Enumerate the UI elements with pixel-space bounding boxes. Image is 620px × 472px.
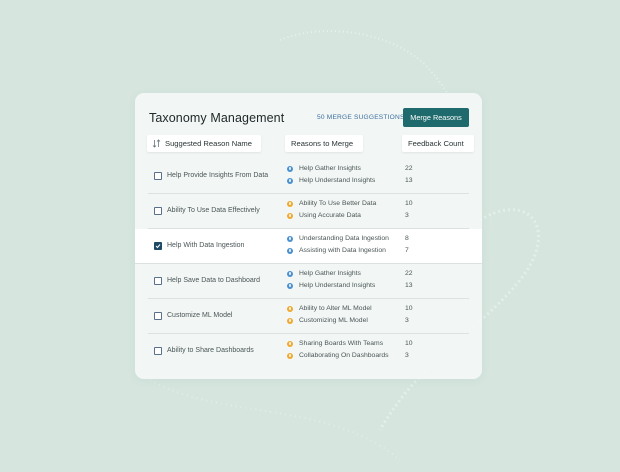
- feedback-count: 10: [405, 200, 413, 207]
- row-checkbox[interactable]: [154, 242, 162, 250]
- row-checkbox[interactable]: [154, 207, 162, 215]
- merge-reason: Ability To Use Better Data: [287, 200, 376, 207]
- info-dot-icon: [287, 352, 293, 359]
- column-header-label: Reasons to Merge: [291, 139, 354, 148]
- info-dot-icon: [287, 212, 293, 219]
- page-title: Taxonomy Management: [149, 111, 285, 125]
- merge-reason: Help Gather Insights: [287, 165, 361, 172]
- suggestion-table: Help Provide Insights From Data Help Gat…: [135, 159, 482, 369]
- info-dot-icon: [287, 200, 293, 207]
- column-header-reasons-to-merge[interactable]: Reasons to Merge: [285, 135, 363, 152]
- info-dot-icon: [287, 317, 293, 324]
- feedback-count: 22: [405, 165, 413, 172]
- suggested-reason-name: Ability To Use Data Effectively: [167, 207, 260, 214]
- table-row[interactable]: Ability to Share Dashboards Sharing Boar…: [135, 334, 482, 369]
- column-header-label: Feedback Count: [408, 139, 464, 148]
- feedback-count: 22: [405, 270, 413, 277]
- feedback-count: 8: [405, 235, 409, 242]
- table-row[interactable]: Help With Data Ingestion Understanding D…: [135, 229, 482, 264]
- merge-reason: Help Gather Insights: [287, 270, 361, 277]
- row-checkbox[interactable]: [154, 277, 162, 285]
- table-row[interactable]: Help Provide Insights From Data Help Gat…: [135, 159, 482, 194]
- taxonomy-card: Taxonomy Management 50 MERGE SUGGESTIONS…: [135, 93, 482, 379]
- merge-reason: Help Understand Insights: [287, 177, 375, 184]
- sort-icon: [152, 139, 161, 148]
- merge-suggestions-link[interactable]: 50 MERGE SUGGESTIONS: [317, 114, 405, 121]
- column-header-suggested-reason-name[interactable]: Suggested Reason Name: [147, 135, 261, 152]
- merge-reason: Help Understand Insights: [287, 282, 375, 289]
- merge-reason: Assisting with Data Ingestion: [287, 247, 386, 254]
- suggested-reason-name: Customize ML Model: [167, 312, 233, 319]
- table-row[interactable]: Ability To Use Data Effectively Ability …: [135, 194, 482, 229]
- info-dot-icon: [287, 305, 293, 312]
- check-icon: [155, 244, 161, 249]
- card-header: Taxonomy Management 50 MERGE SUGGESTIONS…: [135, 93, 482, 141]
- merge-reason: Customizing ML Model: [287, 317, 368, 324]
- info-dot-icon: [287, 340, 293, 347]
- feedback-count: 10: [405, 340, 413, 347]
- info-dot-icon: [287, 247, 293, 254]
- row-checkbox[interactable]: [154, 312, 162, 320]
- info-dot-icon: [287, 235, 293, 242]
- feedback-count: 10: [405, 305, 413, 312]
- merge-reason: Sharing Boards With Teams: [287, 340, 383, 347]
- info-dot-icon: [287, 270, 293, 277]
- feedback-count: 3: [405, 317, 409, 324]
- info-dot-icon: [287, 282, 293, 289]
- merge-reason: Ability to Alter ML Model: [287, 305, 372, 312]
- column-header-label: Suggested Reason Name: [165, 139, 252, 148]
- info-dot-icon: [287, 177, 293, 184]
- table-row[interactable]: Customize ML Model Ability to Alter ML M…: [135, 299, 482, 334]
- column-header-feedback-count[interactable]: Feedback Count: [402, 135, 474, 152]
- merge-reasons-button[interactable]: Merge Reasons: [403, 108, 469, 127]
- merge-reason: Understanding Data Ingestion: [287, 235, 389, 242]
- row-checkbox[interactable]: [154, 347, 162, 355]
- feedback-count: 13: [405, 177, 413, 184]
- feedback-count: 13: [405, 282, 413, 289]
- merge-reason: Collaborating On Dashboards: [287, 352, 389, 359]
- merge-reason: Using Accurate Data: [287, 212, 361, 219]
- suggested-reason-name: Help With Data Ingestion: [167, 242, 245, 249]
- feedback-count: 3: [405, 352, 409, 359]
- feedback-count: 3: [405, 212, 409, 219]
- table-row[interactable]: Help Save Data to Dashboard Help Gather …: [135, 264, 482, 299]
- info-dot-icon: [287, 165, 293, 172]
- suggested-reason-name: Ability to Share Dashboards: [167, 347, 254, 354]
- suggested-reason-name: Help Save Data to Dashboard: [167, 277, 260, 284]
- row-checkbox[interactable]: [154, 172, 162, 180]
- suggested-reason-name: Help Provide Insights From Data: [167, 172, 269, 179]
- feedback-count: 7: [405, 247, 409, 254]
